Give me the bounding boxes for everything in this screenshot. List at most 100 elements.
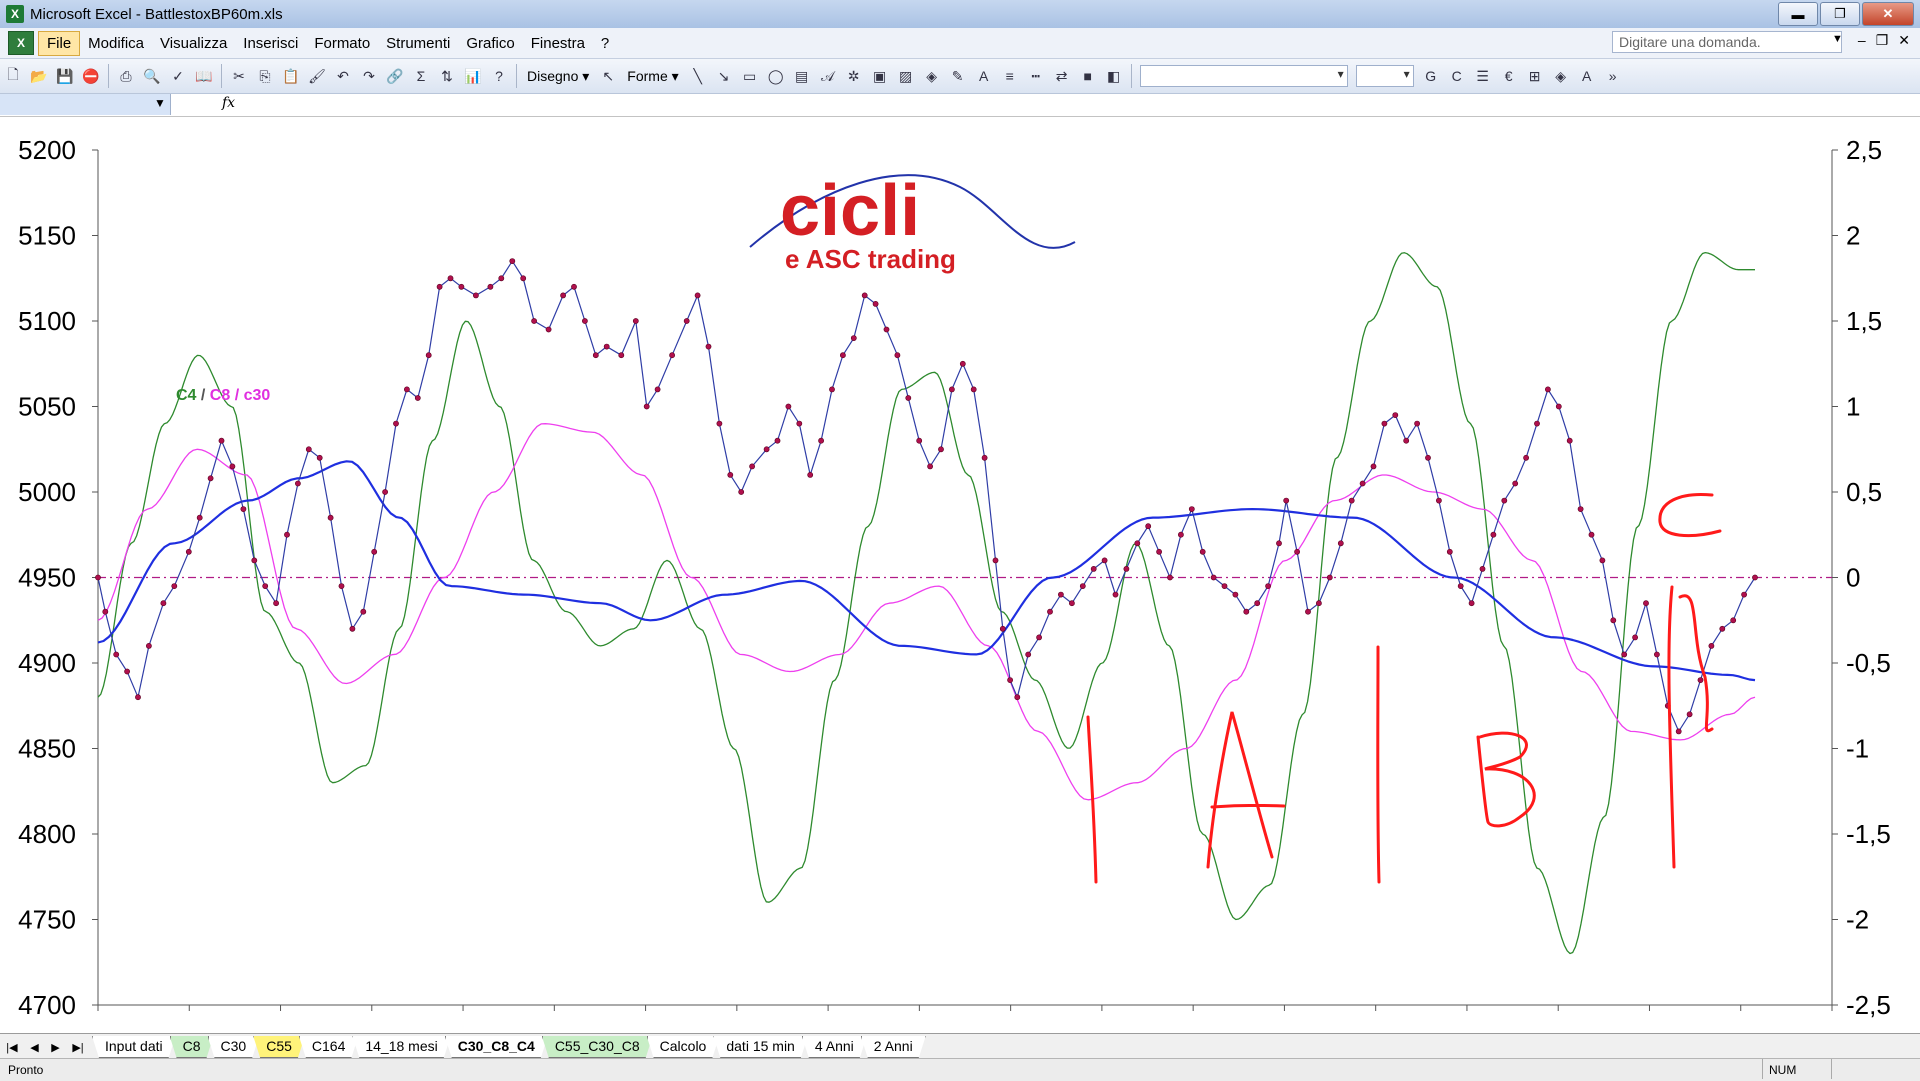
workbook-icon[interactable]: X bbox=[8, 31, 34, 55]
sheet-tab[interactable]: 14_18 mesi bbox=[352, 1036, 450, 1058]
sheet-tab[interactable]: Calcolo bbox=[647, 1036, 720, 1058]
shadow-icon[interactable]: ■ bbox=[1077, 65, 1099, 87]
right-tick-label: 0,5 bbox=[1846, 477, 1882, 507]
price-marker bbox=[999, 625, 1006, 632]
first-sheet-button[interactable]: |◀ bbox=[6, 1041, 17, 1054]
menu-strumenti[interactable]: Strumenti bbox=[378, 32, 458, 55]
align-icon[interactable]: ☰ bbox=[1472, 65, 1494, 87]
ask-dropdown-icon[interactable]: ▼ bbox=[1832, 33, 1843, 45]
chart-area[interactable]: 5200 5150 5100 5050 5000 4950 4900 4850 4800 4750… bbox=[0, 117, 1920, 1033]
prev-sheet-button[interactable]: ◀ bbox=[30, 1041, 38, 1054]
price-marker bbox=[382, 489, 388, 495]
font-name-select[interactable] bbox=[1139, 65, 1348, 87]
font-size-select[interactable] bbox=[1355, 65, 1414, 87]
oval-icon[interactable]: ◯ bbox=[765, 65, 787, 87]
help-icon[interactable]: ? bbox=[488, 65, 510, 87]
clipart-icon[interactable]: ▣ bbox=[869, 65, 891, 87]
sheet-tab[interactable]: C55_C30_C8 bbox=[542, 1036, 653, 1058]
fx-icon[interactable]: fx bbox=[222, 95, 235, 111]
disegno-menu[interactable]: Disegno ▾ bbox=[527, 68, 589, 85]
last-sheet-button[interactable]: ▶| bbox=[72, 1041, 83, 1054]
price-marker bbox=[1305, 608, 1311, 615]
diagram-icon[interactable]: ✲ bbox=[843, 65, 865, 87]
currency-button[interactable]: € bbox=[1498, 65, 1520, 87]
textbox-icon[interactable]: ▤ bbox=[791, 65, 813, 87]
menu-modifica[interactable]: Modifica bbox=[80, 32, 152, 55]
redo-icon[interactable]: ↷ bbox=[358, 65, 380, 87]
menu-visualizza[interactable]: Visualizza bbox=[152, 32, 235, 55]
dash-style-icon[interactable]: ┅ bbox=[1025, 65, 1047, 87]
next-sheet-button[interactable]: ▶ bbox=[51, 1041, 59, 1054]
name-box-dropdown-icon[interactable]: ▼ bbox=[154, 96, 166, 110]
spelling-icon[interactable]: ✓ bbox=[167, 65, 189, 87]
arrow-style-icon[interactable]: ⇄ bbox=[1051, 65, 1073, 87]
bold-button[interactable]: G bbox=[1420, 65, 1442, 87]
forme-menu[interactable]: Forme ▾ bbox=[627, 68, 678, 85]
paste-icon[interactable]: 📋 bbox=[280, 65, 302, 87]
price-marker bbox=[436, 283, 443, 290]
price-marker bbox=[1555, 403, 1562, 410]
price-marker bbox=[207, 475, 214, 482]
sheet-tab[interactable]: 4 Anni bbox=[802, 1036, 867, 1058]
workbook-restore-button[interactable]: ❐ bbox=[1876, 32, 1889, 49]
sheet-tab[interactable]: C30 bbox=[208, 1036, 260, 1058]
line-style-icon[interactable]: ≡ bbox=[999, 65, 1021, 87]
save-icon[interactable]: 💾 bbox=[54, 65, 76, 87]
print-icon[interactable]: ⎙ bbox=[115, 65, 137, 87]
sort-icon[interactable]: ⇅ bbox=[436, 65, 458, 87]
menu-grafico[interactable]: Grafico bbox=[458, 32, 522, 55]
font-color-2-icon[interactable]: A bbox=[1576, 65, 1598, 87]
sheet-tab[interactable]: Input dati bbox=[92, 1036, 176, 1058]
rectangle-icon[interactable]: ▭ bbox=[739, 65, 761, 87]
line-color-icon[interactable]: ✎ bbox=[947, 65, 969, 87]
open-icon[interactable]: 📂 bbox=[28, 65, 50, 87]
sheet-tab[interactable]: C164 bbox=[299, 1036, 358, 1058]
name-box[interactable] bbox=[0, 94, 171, 115]
picture-icon[interactable]: ▨ bbox=[895, 65, 917, 87]
excel-icon[interactable]: X bbox=[6, 5, 24, 23]
close-button[interactable]: ✕ bbox=[1862, 2, 1914, 26]
sheet-tab[interactable]: dati 15 min bbox=[713, 1036, 807, 1058]
toolbar-options-icon[interactable]: » bbox=[1602, 65, 1624, 87]
select-pointer-icon[interactable]: ↖ bbox=[597, 65, 619, 87]
permission-icon[interactable]: ⛔ bbox=[80, 65, 102, 87]
sheet-tab[interactable]: C30_C8_C4 bbox=[445, 1036, 548, 1058]
sheet-tab[interactable]: C55 bbox=[253, 1036, 305, 1058]
workbook-minimize-button[interactable]: – bbox=[1858, 32, 1866, 49]
price-marker bbox=[560, 292, 566, 299]
autosum-icon[interactable]: Σ bbox=[410, 65, 432, 87]
right-tick-label: 0 bbox=[1846, 563, 1860, 593]
sheet-tab[interactable]: 2 Anni bbox=[861, 1036, 926, 1058]
menu-inserisci[interactable]: Inserisci bbox=[235, 32, 306, 55]
restore-button[interactable]: ❐ bbox=[1820, 2, 1860, 26]
menu-finestra[interactable]: Finestra bbox=[523, 32, 593, 55]
copy-icon[interactable]: ⎘ bbox=[254, 65, 276, 87]
arrow-icon[interactable]: ↘ bbox=[713, 65, 735, 87]
menu-help[interactable]: ? bbox=[593, 32, 617, 55]
wordart-icon[interactable]: 𝒜 bbox=[817, 65, 839, 87]
sheet-tab[interactable]: C8 bbox=[170, 1036, 214, 1058]
fill-color-icon[interactable]: ◈ bbox=[921, 65, 943, 87]
minimize-button[interactable]: ▬ bbox=[1778, 2, 1818, 26]
borders-icon[interactable]: ⊞ bbox=[1524, 65, 1546, 87]
research-icon[interactable]: 📖 bbox=[193, 65, 215, 87]
price-marker bbox=[545, 326, 552, 333]
price-marker bbox=[959, 360, 966, 367]
chart-wizard-icon[interactable]: 📊 bbox=[462, 65, 484, 87]
menu-formato[interactable]: Formato bbox=[306, 32, 378, 55]
fill-color-2-icon[interactable]: ◈ bbox=[1550, 65, 1572, 87]
new-icon[interactable]: 🗋 bbox=[2, 65, 24, 87]
hyperlink-icon[interactable]: 🔗 bbox=[384, 65, 406, 87]
line-icon[interactable]: ╲ bbox=[687, 65, 709, 87]
print-preview-icon[interactable]: 🔍 bbox=[141, 65, 163, 87]
undo-icon[interactable]: ↶ bbox=[332, 65, 354, 87]
price-marker bbox=[592, 352, 599, 359]
cut-icon[interactable]: ✂ bbox=[228, 65, 250, 87]
format-painter-icon[interactable]: 🖌 bbox=[306, 65, 328, 87]
ask-question-input[interactable]: Digitare una domanda. bbox=[1612, 31, 1842, 53]
italic-button[interactable]: C bbox=[1446, 65, 1468, 87]
3d-icon[interactable]: ◧ bbox=[1103, 65, 1125, 87]
font-color-icon[interactable]: A bbox=[973, 65, 995, 87]
menu-file[interactable]: File bbox=[38, 30, 81, 56]
workbook-close-button[interactable]: ✕ bbox=[1898, 32, 1910, 49]
